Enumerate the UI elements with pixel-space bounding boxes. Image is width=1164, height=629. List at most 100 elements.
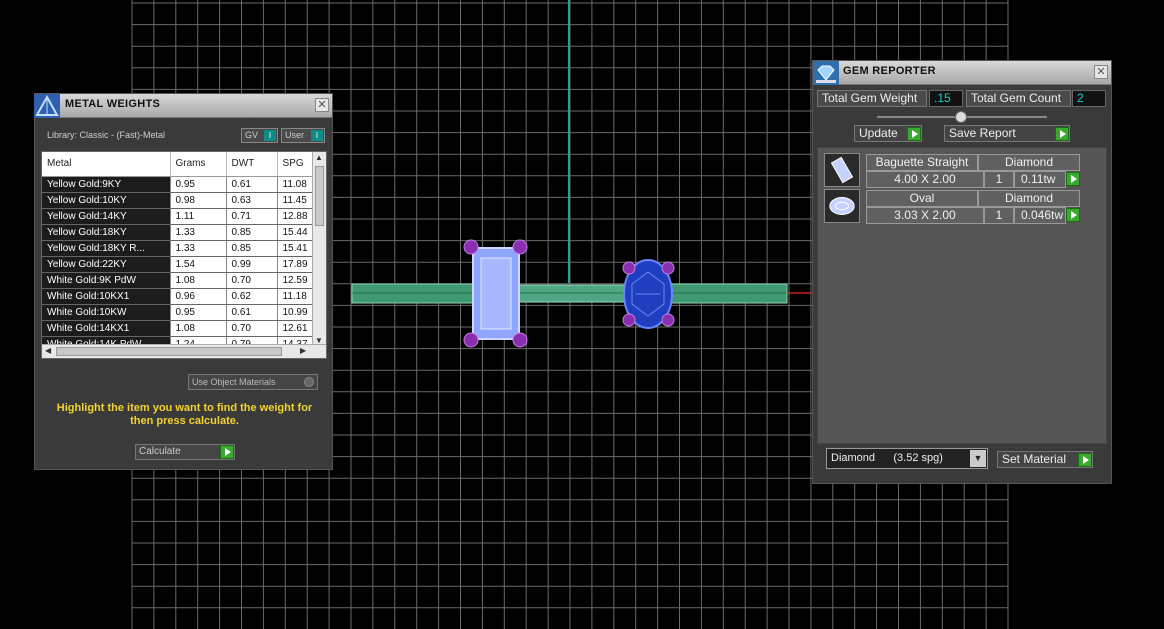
material-select-value: Diamond (3.52 spg)	[831, 452, 943, 464]
calculate-button[interactable]: Calculate	[135, 444, 235, 460]
instruction-text: Highlight the item you want to find the …	[56, 402, 313, 427]
gem-name: Oval	[866, 190, 978, 207]
gem-list: Baguette Straight Diamond 4.00 X 2.00 1 …	[817, 147, 1107, 444]
table-cell: Yellow Gold:10KY	[42, 192, 171, 209]
user-toggle-indicator: I	[311, 130, 323, 141]
user-toggle[interactable]: User I	[281, 128, 325, 143]
calculate-label: Calculate	[139, 446, 181, 457]
scroll-right-icon[interactable]: ▶	[300, 346, 306, 355]
gem-reporter-close-icon[interactable]: ✕	[1094, 65, 1108, 79]
gem-row[interactable]: Baguette Straight Diamond 4.00 X 2.00 1 …	[824, 153, 1082, 188]
material-select[interactable]: Diamond (3.52 spg) ▼	[826, 448, 988, 469]
table-cell: 11.18	[277, 288, 315, 305]
gem-go-icon[interactable]	[1066, 172, 1080, 186]
table-cell: White Gold:10KW	[42, 304, 171, 321]
total-gem-weight-value: .15	[929, 90, 963, 107]
table-row[interactable]: Yellow Gold:18KY 1.33 0.85 15.44	[42, 224, 315, 241]
table-cell: 1.08	[170, 272, 227, 289]
table-cell: Yellow Gold:14KY	[42, 208, 171, 225]
scroll-up-icon[interactable]: ▲	[315, 153, 323, 162]
table-cell: 17.89	[277, 256, 315, 273]
library-label: Library: Classic - (Fast)-Metal	[47, 130, 166, 140]
set-material-button[interactable]: Set Material	[997, 451, 1093, 468]
table-cell: White Gold:9K PdW	[42, 272, 171, 289]
total-gem-count-label: Total Gem Count	[966, 90, 1071, 107]
update-go-icon	[907, 127, 921, 141]
table-cell: 0.61	[226, 304, 278, 321]
metal-weights-app-icon	[34, 94, 60, 118]
column-header[interactable]: DWT	[226, 152, 278, 177]
set-material-go-icon	[1078, 453, 1092, 467]
table-row[interactable]: Yellow Gold:9KY 0.95 0.61 11.08	[42, 176, 315, 193]
table-cell: 1.33	[170, 224, 227, 241]
table-cell: 0.61	[226, 176, 278, 193]
oval-gem-icon	[824, 189, 860, 223]
gem-name: Baguette Straight	[866, 154, 978, 171]
gem-reporter-app-icon	[813, 61, 839, 85]
metal-weights-panel: METAL WEIGHTS ✕ Library: Classic - (Fast…	[34, 93, 333, 470]
gem-material: Diamond	[978, 190, 1080, 207]
metal-table-vscrollbar[interactable]: ▲ ▼	[312, 152, 326, 346]
table-cell: 1.08	[170, 320, 227, 337]
gem-row[interactable]: Oval Diamond 3.03 X 2.00 1 0.046tw	[824, 189, 1082, 224]
table-cell: 0.62	[226, 288, 278, 305]
gem-weight: 0.046tw	[1014, 207, 1066, 224]
table-cell: 0.99	[226, 256, 278, 273]
hscroll-thumb[interactable]	[56, 347, 282, 356]
table-row[interactable]: Yellow Gold:22KY 1.54 0.99 17.89	[42, 256, 315, 273]
gem-reporter-titlebar[interactable]: GEM REPORTER ✕	[813, 61, 1111, 85]
metal-table: Metal Grams DWT SPG Yellow Gold:9KY 0.95 0.61…	[41, 151, 327, 359]
save-report-label: Save Report	[949, 126, 1016, 140]
column-header[interactable]: Metal	[42, 152, 171, 177]
table-row[interactable]: White Gold:10KW 0.95 0.61 10.99	[42, 304, 315, 321]
save-report-button[interactable]: Save Report	[944, 125, 1070, 142]
gem-weight: 0.11tw	[1014, 171, 1066, 188]
table-cell: 0.71	[226, 208, 278, 225]
total-gem-count-value: 2	[1072, 90, 1106, 107]
gem-slider-knob[interactable]	[955, 111, 967, 123]
table-cell: White Gold:10KX1	[42, 288, 171, 305]
save-report-go-icon	[1055, 127, 1069, 141]
metal-weights-titlebar[interactable]: METAL WEIGHTS ✕	[34, 94, 332, 118]
vscroll-thumb[interactable]	[315, 166, 324, 226]
table-row[interactable]: White Gold:9K PdW 1.08 0.70 12.59	[42, 272, 315, 289]
table-cell: 0.95	[170, 304, 227, 321]
metal-weights-close-icon[interactable]: ✕	[315, 98, 329, 112]
table-cell: 10.99	[277, 304, 315, 321]
table-row[interactable]: Yellow Gold:10KY 0.98 0.63 11.45	[42, 192, 315, 209]
table-cell: 0.70	[226, 272, 278, 289]
table-cell: 1.54	[170, 256, 227, 273]
table-row[interactable]: Yellow Gold:14KY 1.11 0.71 12.88	[42, 208, 315, 225]
table-cell: Yellow Gold:9KY	[42, 176, 171, 193]
user-toggle-label: User	[285, 130, 305, 140]
gem-slider[interactable]	[877, 111, 1047, 123]
metal-table-hscrollbar[interactable]: ◀ ▶	[42, 344, 326, 358]
use-object-materials-radio[interactable]	[304, 377, 314, 387]
baguette-gem[interactable]	[463, 239, 528, 348]
column-header[interactable]: Grams	[170, 152, 227, 177]
gv-toggle-label: GV	[245, 130, 259, 140]
table-cell: Yellow Gold:18KY R...	[42, 240, 171, 257]
gem-go-icon[interactable]	[1066, 208, 1080, 222]
table-cell: 15.41	[277, 240, 315, 257]
scroll-left-icon[interactable]: ◀	[45, 346, 51, 355]
gem-count: 1	[984, 207, 1014, 224]
gv-toggle[interactable]: GV I	[241, 128, 278, 143]
table-cell: Yellow Gold:22KY	[42, 256, 171, 273]
table-cell: 11.45	[277, 192, 315, 209]
column-header[interactable]: SPG	[277, 152, 315, 177]
table-cell: 12.88	[277, 208, 315, 225]
update-button[interactable]: Update	[854, 125, 922, 142]
table-row[interactable]: White Gold:14KX1 1.08 0.70 12.61	[42, 320, 315, 337]
table-row[interactable]: White Gold:10KX1 0.96 0.62 11.18	[42, 288, 315, 305]
table-cell: 0.85	[226, 240, 278, 257]
gem-material: Diamond	[978, 154, 1080, 171]
table-cell: 0.63	[226, 192, 278, 209]
update-label: Update	[859, 126, 898, 140]
use-object-materials-option[interactable]: Use Object Materials	[188, 374, 318, 390]
oval-gem[interactable]	[622, 259, 675, 329]
chevron-down-icon[interactable]: ▼	[970, 450, 986, 467]
table-row[interactable]: Yellow Gold:18KY R... 1.33 0.85 15.41	[42, 240, 315, 257]
baguette-gem-icon	[824, 153, 860, 187]
table-cell: 12.61	[277, 320, 315, 337]
